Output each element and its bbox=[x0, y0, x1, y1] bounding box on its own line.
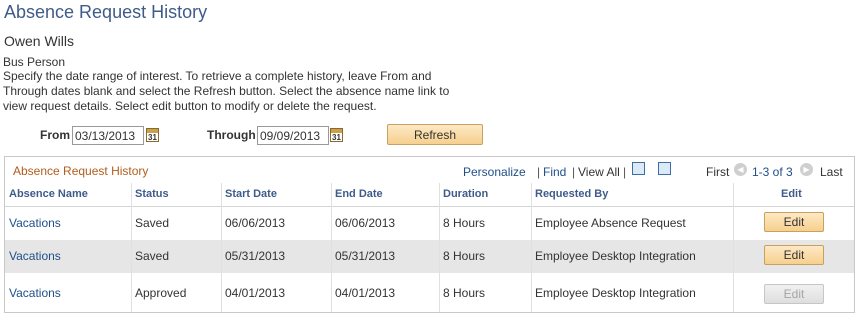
status-cell: Approved bbox=[135, 286, 187, 300]
personalize-link[interactable]: Personalize bbox=[463, 165, 526, 179]
column-header-absence-name[interactable]: Absence Name bbox=[9, 188, 88, 200]
through-date-input[interactable] bbox=[257, 126, 329, 145]
page-title: Absence Request History bbox=[4, 2, 208, 22]
requested-by-cell: Employee Desktop Integration bbox=[535, 286, 696, 300]
edit-button[interactable]: Edit bbox=[764, 212, 824, 232]
grid-title: Absence Request History bbox=[13, 164, 149, 178]
from-date-input[interactable] bbox=[72, 126, 144, 145]
start-date-cell: 04/01/2013 bbox=[225, 286, 286, 300]
employee-name: Owen Wills bbox=[4, 33, 75, 49]
grid-header-row bbox=[5, 183, 854, 207]
column-divider bbox=[331, 183, 332, 312]
column-header-start-date[interactable]: Start Date bbox=[225, 188, 277, 200]
separator: | bbox=[623, 165, 627, 179]
column-header-edit: Edit bbox=[781, 188, 802, 200]
next-arrow-icon: ▶ bbox=[800, 163, 813, 176]
new-window-icon[interactable] bbox=[632, 162, 645, 175]
find-link[interactable]: Find bbox=[543, 165, 566, 179]
download-spreadsheet-icon[interactable] bbox=[658, 162, 671, 175]
table-row: Vacations Approved 04/01/2013 04/01/2013… bbox=[5, 277, 854, 310]
previous-arrow-icon: ◀ bbox=[734, 163, 747, 176]
duration-cell: 8 Hours bbox=[443, 249, 486, 263]
column-header-end-date[interactable]: End Date bbox=[335, 188, 383, 200]
requested-by-cell: Employee Desktop Integration bbox=[535, 249, 696, 263]
column-divider bbox=[531, 183, 532, 312]
column-divider bbox=[131, 183, 132, 312]
requested-by-cell: Employee Absence Request bbox=[535, 216, 686, 230]
row-range: 1-3 of 3 bbox=[752, 165, 793, 179]
column-divider bbox=[439, 183, 440, 312]
status-cell: Saved bbox=[135, 249, 170, 263]
end-date-cell: 06/06/2013 bbox=[335, 216, 396, 230]
duration-cell: 8 Hours bbox=[443, 216, 486, 230]
absence-name-link[interactable]: Vacations bbox=[9, 249, 61, 263]
through-label: Through bbox=[207, 128, 256, 142]
start-date-cell: 05/31/2013 bbox=[225, 249, 286, 263]
through-calendar-icon[interactable]: 31 bbox=[330, 128, 343, 142]
first-label: First bbox=[706, 165, 730, 179]
status-cell: Saved bbox=[135, 216, 170, 230]
view-all-link[interactable]: View All bbox=[578, 165, 620, 179]
from-label: From bbox=[40, 128, 70, 142]
column-divider bbox=[221, 183, 222, 312]
absence-name-link[interactable]: Vacations bbox=[9, 216, 61, 230]
from-calendar-icon[interactable]: 31 bbox=[146, 128, 159, 142]
end-date-cell: 04/01/2013 bbox=[335, 286, 396, 300]
column-divider bbox=[733, 183, 734, 312]
duration-cell: 8 Hours bbox=[443, 286, 486, 300]
separator: | bbox=[537, 165, 541, 179]
refresh-button[interactable]: Refresh bbox=[387, 124, 483, 145]
instructions-text: Specify the date range of interest. To r… bbox=[3, 69, 450, 113]
table-row: Vacations Saved 05/31/2013 05/31/2013 8 … bbox=[5, 240, 854, 273]
table-row: Vacations Saved 06/06/2013 06/06/2013 8 … bbox=[5, 207, 854, 240]
absence-history-grid: Absence Request History Personalize | Fi… bbox=[4, 156, 855, 313]
last-label: Last bbox=[820, 165, 843, 179]
column-header-duration[interactable]: Duration bbox=[443, 188, 488, 200]
absence-name-link[interactable]: Vacations bbox=[9, 286, 61, 300]
employee-job-title: Bus Person bbox=[3, 55, 66, 69]
end-date-cell: 05/31/2013 bbox=[335, 249, 396, 263]
grid-navigation-bar: Absence Request History Personalize | Fi… bbox=[5, 157, 854, 183]
column-header-status[interactable]: Status bbox=[135, 188, 169, 200]
edit-button-disabled: Edit bbox=[764, 284, 824, 304]
start-date-cell: 06/06/2013 bbox=[225, 216, 286, 230]
edit-button[interactable]: Edit bbox=[764, 245, 824, 265]
column-header-requested-by[interactable]: Requested By bbox=[535, 188, 608, 200]
separator: | bbox=[572, 165, 576, 179]
